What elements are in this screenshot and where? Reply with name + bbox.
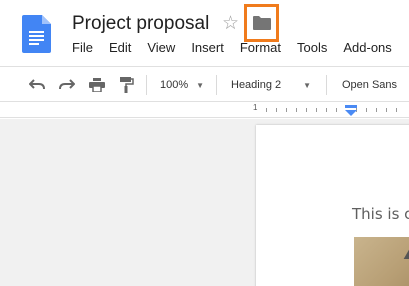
font-value: Open Sans bbox=[342, 79, 398, 91]
redo-icon[interactable] bbox=[58, 76, 76, 94]
chevron-down-icon: ▼ bbox=[303, 80, 312, 90]
star-icon[interactable]: ☆ bbox=[222, 12, 239, 36]
menu-bar: File Edit View Insert Format Tools Add-o… bbox=[72, 39, 392, 57]
ruler: 1 bbox=[0, 102, 409, 118]
ruler-tick bbox=[366, 108, 367, 112]
ruler-tick bbox=[266, 108, 267, 112]
ruler-tick bbox=[276, 108, 277, 112]
menu-edit[interactable]: Edit bbox=[109, 39, 131, 57]
menu-file[interactable]: File bbox=[72, 39, 93, 57]
menu-insert[interactable]: Insert bbox=[191, 39, 224, 57]
style-dropdown[interactable]: Heading 2 ▼ bbox=[231, 76, 311, 94]
ruler-tick bbox=[336, 108, 337, 112]
folder-icon bbox=[252, 16, 271, 30]
ruler-tick bbox=[316, 108, 317, 112]
ruler-tick bbox=[326, 108, 327, 112]
chevron-down-icon: ▼ bbox=[196, 80, 205, 90]
toolbar-separator bbox=[326, 75, 327, 95]
ruler-tick bbox=[396, 108, 397, 112]
app-header: Project proposal ☆ File Edit View Insert… bbox=[0, 0, 409, 66]
ruler-tick bbox=[286, 108, 287, 112]
document-image[interactable] bbox=[354, 237, 409, 286]
menu-format[interactable]: Format bbox=[240, 39, 281, 57]
font-dropdown[interactable]: Open Sans bbox=[342, 76, 397, 94]
document-canvas: This is c bbox=[0, 119, 409, 286]
menu-tools[interactable]: Tools bbox=[297, 39, 327, 57]
docs-logo-icon[interactable] bbox=[22, 15, 51, 53]
document-body-text[interactable]: This is c bbox=[352, 205, 409, 223]
toolbar-separator bbox=[216, 75, 217, 95]
toolbar-separator bbox=[146, 75, 147, 95]
zoom-value: 100% bbox=[160, 79, 189, 91]
undo-icon[interactable] bbox=[28, 76, 46, 94]
ruler-tick bbox=[306, 108, 307, 112]
style-value: Heading 2 bbox=[231, 79, 282, 91]
ruler-tick bbox=[376, 108, 377, 112]
toolbar: 100% ▼ Heading 2 ▼ Open Sans bbox=[0, 66, 409, 102]
zoom-dropdown[interactable]: 100% ▼ bbox=[160, 76, 204, 94]
print-icon[interactable] bbox=[88, 76, 106, 94]
ruler-tick bbox=[386, 108, 387, 112]
document-title[interactable]: Project proposal bbox=[72, 12, 209, 36]
paint-format-icon[interactable] bbox=[118, 76, 136, 94]
ruler-number: 1 bbox=[253, 103, 258, 112]
ruler-tick bbox=[296, 108, 297, 112]
move-to-folder-button[interactable] bbox=[244, 4, 279, 42]
document-page[interactable]: This is c bbox=[256, 125, 409, 286]
menu-add-ons[interactable]: Add-ons bbox=[343, 39, 391, 57]
image-shadow bbox=[403, 237, 409, 259]
menu-view[interactable]: View bbox=[147, 39, 175, 57]
